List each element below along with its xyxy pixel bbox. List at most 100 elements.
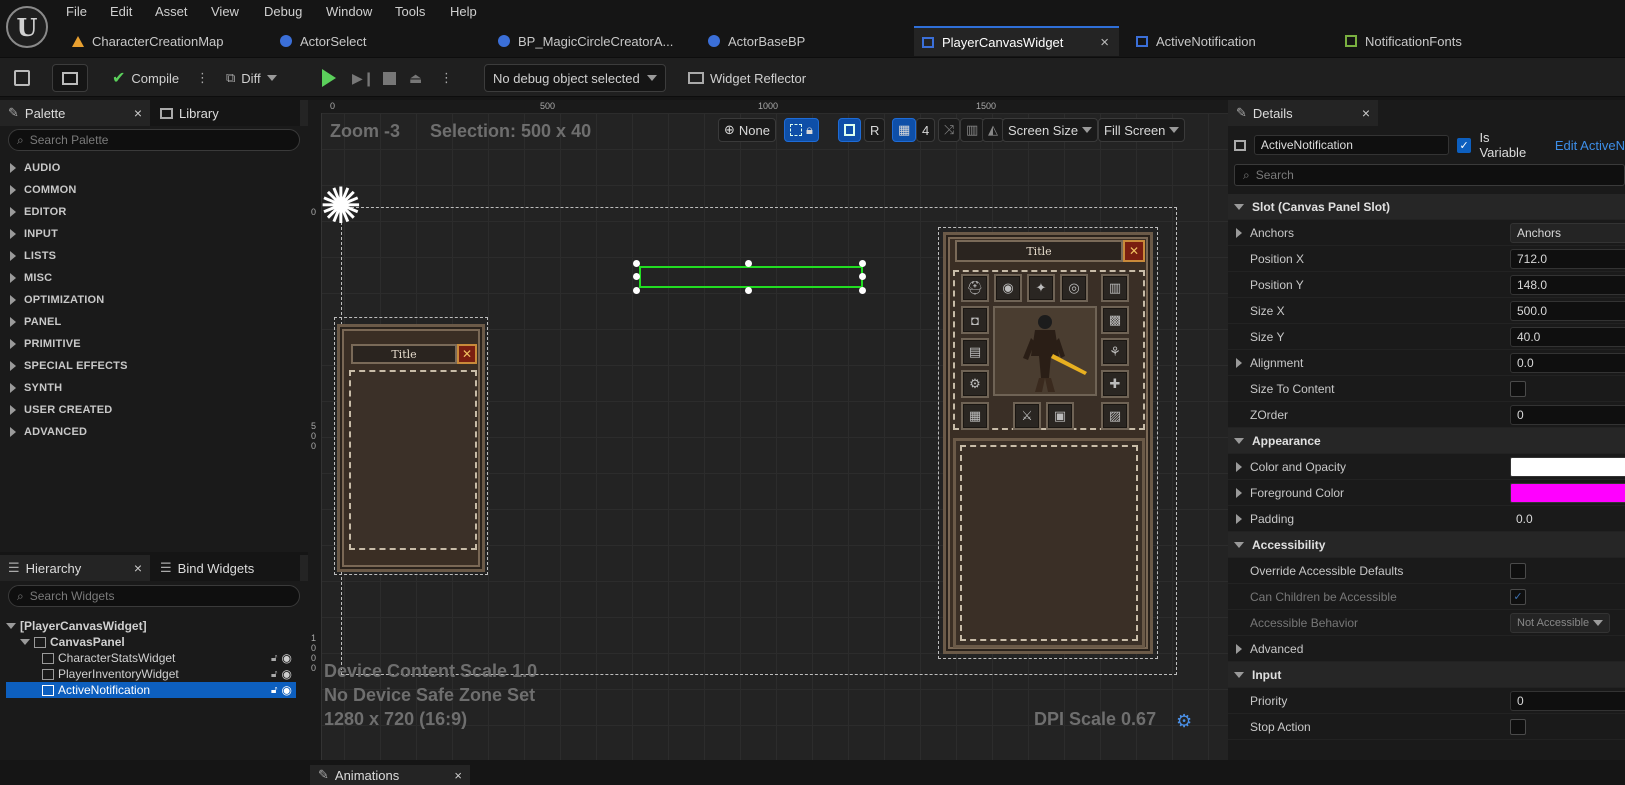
browse-icon[interactable] xyxy=(52,64,88,92)
priority-input[interactable]: 0 xyxy=(1510,690,1625,711)
stop-icon[interactable] xyxy=(383,64,396,92)
section-accessibility[interactable]: Accessibility xyxy=(1228,532,1625,558)
tree-root[interactable]: [PlayerCanvasWidget] xyxy=(6,618,296,634)
anchor-medallion-icon[interactable]: ✺ xyxy=(318,176,364,236)
menu-view[interactable]: View xyxy=(211,4,239,20)
equip-slot-legs-icon[interactable]: ✚ xyxy=(1101,370,1129,398)
category-lists[interactable]: LISTS xyxy=(0,245,308,267)
play-button[interactable] xyxy=(322,64,336,92)
category-common[interactable]: COMMON xyxy=(0,179,308,201)
color-opacity-swatch[interactable] xyxy=(1510,456,1625,477)
close-icon[interactable]: × xyxy=(454,768,462,783)
category-misc[interactable]: MISC xyxy=(0,267,308,289)
menu-tools[interactable]: Tools xyxy=(395,4,425,20)
tab-magic-circle-creator[interactable]: BP_MagicCircleCreatorA... xyxy=(490,26,690,56)
size-to-content-checkbox[interactable] xyxy=(1510,380,1526,397)
screen-size-dropdown[interactable]: Screen Size xyxy=(1002,118,1099,142)
image-icon[interactable]: ▥ xyxy=(960,118,985,142)
size-x-input[interactable]: 500.0 xyxy=(1510,300,1625,321)
equip-slot-bracer-icon[interactable]: ▤ xyxy=(961,338,989,366)
tab-actor-select[interactable]: ActorSelect xyxy=(272,26,472,56)
category-audio[interactable]: AUDIO xyxy=(0,157,308,179)
alignment-input[interactable]: 0.0 xyxy=(1510,352,1625,373)
palette-search-input[interactable]: ⌕ Search Palette xyxy=(8,129,300,151)
details-search-input[interactable]: ⌕ Search xyxy=(1234,164,1625,186)
category-input[interactable]: INPUT xyxy=(0,223,308,245)
is-variable-checkbox[interactable]: ✓ xyxy=(1456,137,1472,153)
category-optimization[interactable]: OPTIMIZATION xyxy=(0,289,308,311)
character-stats-widget[interactable]: Title ✕ xyxy=(334,317,488,575)
category-editor[interactable]: EDITOR xyxy=(0,201,308,223)
foreground-color-swatch[interactable] xyxy=(1510,482,1625,503)
equip-slot-amulet-icon[interactable]: ◉ xyxy=(994,274,1022,302)
eye-icon[interactable]: ◉ xyxy=(282,683,292,697)
tree-item-active-notification[interactable]: ActiveNotification 🔓︎ ◉ xyxy=(6,682,296,698)
category-primitive[interactable]: PRIMITIVE xyxy=(0,333,308,355)
menu-edit[interactable]: Edit xyxy=(110,4,132,20)
fill-screen-dropdown[interactable]: Fill Screen xyxy=(1098,118,1186,142)
equip-slot-ring2-icon[interactable]: ⚘ xyxy=(1101,338,1129,366)
category-user-created[interactable]: USER CREATED xyxy=(0,399,308,421)
menu-file[interactable]: File xyxy=(66,4,87,20)
menu-asset[interactable]: Asset xyxy=(155,4,188,20)
category-special-effects[interactable]: SPECIAL EFFECTS xyxy=(0,355,308,377)
equip-slot-ring-icon[interactable]: ✦ xyxy=(1027,274,1055,302)
grid-size-value[interactable]: 4 xyxy=(916,118,936,142)
equip-slot-cape-icon[interactable]: ▥ xyxy=(1101,274,1129,302)
root-toggle-button[interactable]: R xyxy=(864,118,886,142)
save-icon[interactable] xyxy=(14,64,30,92)
position-y-input[interactable]: 148.0 xyxy=(1510,274,1625,295)
widget-name-input[interactable]: ActiveNotification xyxy=(1253,135,1449,155)
row-alignment[interactable]: Alignment 0.0 xyxy=(1228,350,1625,376)
section-input[interactable]: Input xyxy=(1228,662,1625,688)
category-panel[interactable]: PANEL xyxy=(0,311,308,333)
active-notification-selection[interactable] xyxy=(639,266,863,288)
equip-slot-gloves-icon[interactable]: ▩ xyxy=(1101,306,1129,334)
localization-preview-button[interactable]: ⊕ None xyxy=(718,118,776,142)
resize-handle[interactable] xyxy=(859,260,866,267)
tree-item-player-inventory[interactable]: PlayerInventoryWidget 🔓︎ ◉ xyxy=(6,666,296,682)
step-icon[interactable]: ▶❙ xyxy=(352,64,375,92)
tab-animations[interactable]: ✎ Animations × xyxy=(310,765,470,785)
stats-close-button[interactable]: ✕ xyxy=(457,344,477,364)
tab-library[interactable]: Library xyxy=(150,100,300,126)
tree-item-character-stats[interactable]: CharacterStatsWidget 🔓︎ ◉ xyxy=(6,650,296,666)
lock-icon[interactable]: 🔓︎ xyxy=(271,653,277,664)
snap-toggle-button[interactable]: 🔒︎ xyxy=(784,118,819,142)
tab-palette[interactable]: ✎ Palette × xyxy=(0,100,150,126)
anchors-dropdown[interactable]: Anchors xyxy=(1510,222,1625,243)
row-padding[interactable]: Padding 0.0 xyxy=(1228,506,1625,532)
tab-character-creation-map[interactable]: CharacterCreationMap xyxy=(64,26,262,56)
close-icon[interactable]: × xyxy=(134,105,142,121)
compile-options-icon[interactable]: ⋮ xyxy=(196,64,209,92)
padding-input[interactable]: 0.0 xyxy=(1510,508,1625,529)
category-synth[interactable]: SYNTH xyxy=(0,377,308,399)
row-advanced[interactable]: Advanced xyxy=(1228,636,1625,662)
resize-handle[interactable] xyxy=(633,287,640,294)
size-y-input[interactable]: 40.0 xyxy=(1510,326,1625,347)
play-options-icon[interactable]: ⋮ xyxy=(440,64,453,92)
resize-handle[interactable] xyxy=(745,260,752,267)
tab-hierarchy[interactable]: ☰ Hierarchy × xyxy=(0,555,150,581)
debug-object-dropdown[interactable]: No debug object selected xyxy=(484,64,666,92)
dpi-settings-gear-icon[interactable]: ⚙ xyxy=(1176,711,1192,732)
resize-handle[interactable] xyxy=(859,273,866,280)
mirror-icon[interactable]: ◭ xyxy=(982,118,1004,142)
tab-player-canvas-widget[interactable]: PlayerCanvasWidget × xyxy=(914,26,1119,56)
equip-slot-feet-icon[interactable]: ▨ xyxy=(1101,402,1129,430)
position-x-input[interactable]: 712.0 xyxy=(1510,248,1625,269)
row-color-opacity[interactable]: Color and Opacity xyxy=(1228,454,1625,480)
tab-close-icon[interactable]: × xyxy=(1100,34,1109,51)
row-anchors[interactable]: Anchors Anchors xyxy=(1228,220,1625,246)
resize-handle[interactable] xyxy=(745,287,752,294)
menu-debug[interactable]: Debug xyxy=(264,4,302,20)
eject-icon[interactable]: ⏏ xyxy=(409,64,422,92)
equip-slot-chest-icon[interactable]: ◘ xyxy=(961,306,989,334)
grid-snap-button[interactable]: ▦ xyxy=(892,118,917,142)
stop-action-checkbox[interactable] xyxy=(1510,718,1526,735)
eye-icon[interactable]: ◉ xyxy=(282,651,292,665)
respect-locks-button[interactable] xyxy=(838,118,861,142)
equip-slot-shoulder-icon[interactable]: ◎ xyxy=(1060,274,1088,302)
equip-slot-boots-icon[interactable]: ▦ xyxy=(961,402,989,430)
diff-button[interactable]: ⧉ Diff xyxy=(226,64,277,92)
